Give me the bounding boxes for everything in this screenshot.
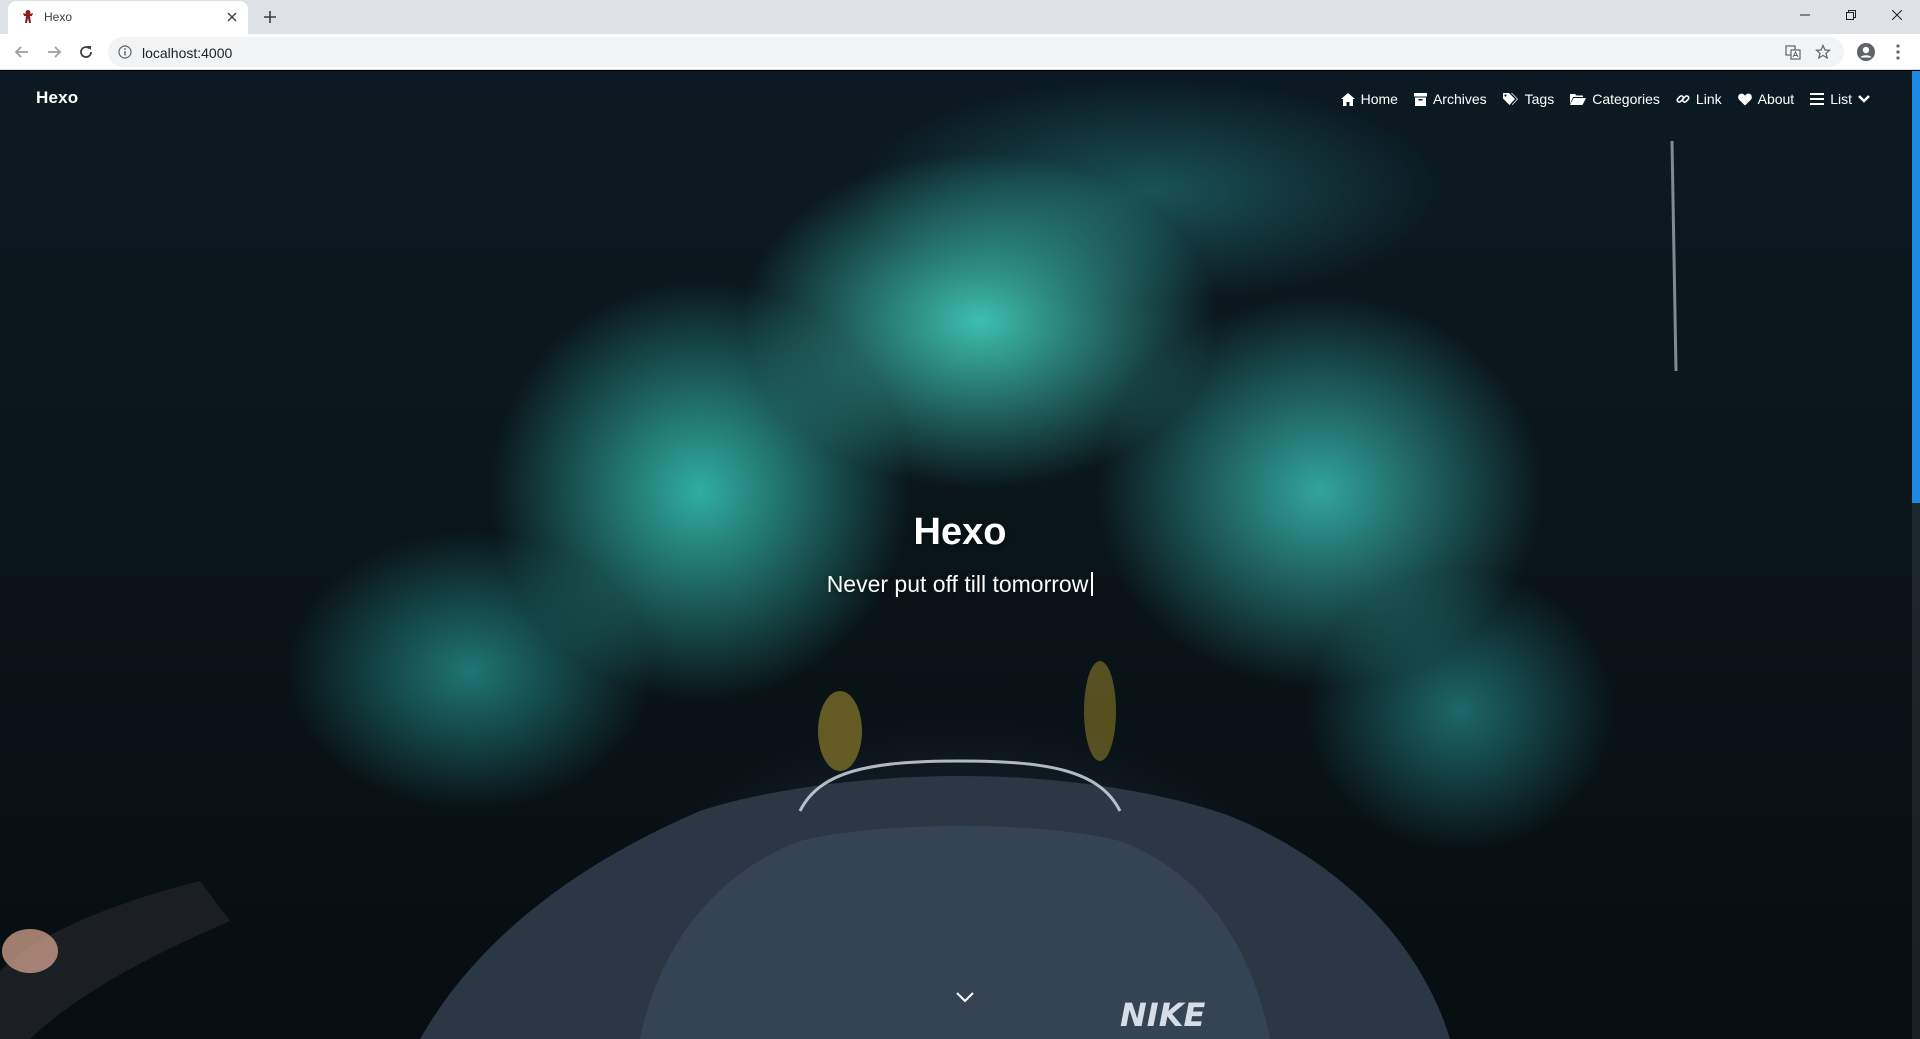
browser-menu-icon[interactable]	[1887, 41, 1909, 63]
hero-figure-image: NIKE	[0, 140, 1678, 1039]
list-icon	[1810, 93, 1825, 105]
reload-icon[interactable]	[74, 41, 98, 63]
site-menu: Home Archives Tags Categories Link About	[1340, 91, 1870, 107]
archive-icon	[1413, 92, 1427, 106]
profile-avatar-icon[interactable]	[1855, 41, 1877, 63]
browser-tabstrip: Hexo	[0, 0, 1920, 34]
typing-cursor	[1091, 572, 1094, 596]
heart-icon	[1737, 93, 1752, 105]
menu-item-home[interactable]: Home	[1340, 91, 1398, 107]
browser-toolbar: localhost:4000	[0, 34, 1920, 70]
menu-item-label: Archives	[1432, 91, 1487, 107]
home-icon	[1340, 92, 1355, 106]
menu-item-archives[interactable]: Archives	[1413, 91, 1487, 107]
site-brand[interactable]: Hexo	[36, 88, 78, 108]
tab-title: Hexo	[44, 10, 73, 24]
new-tab-icon[interactable]	[258, 6, 282, 28]
svg-text:NIKE: NIKE	[1120, 996, 1205, 1034]
close-window-icon[interactable]	[1874, 0, 1920, 30]
page-scrollbar[interactable]	[1912, 71, 1920, 1039]
folder-open-icon	[1570, 94, 1587, 105]
menu-item-label: Link	[1695, 91, 1722, 107]
menu-item-categories[interactable]: Categories	[1570, 91, 1660, 107]
back-icon[interactable]	[10, 41, 34, 63]
tags-icon	[1502, 92, 1518, 105]
menu-item-link[interactable]: Link	[1676, 91, 1722, 107]
menu-item-label: Tags	[1524, 91, 1555, 107]
site-info-icon[interactable]	[118, 45, 132, 59]
page-viewport: NIKE Hexo Home Archives Tags Categories	[0, 71, 1920, 1039]
minimize-icon[interactable]	[1782, 0, 1828, 30]
link-icon	[1676, 95, 1690, 103]
bookmark-star-icon[interactable]	[1814, 43, 1832, 61]
menu-item-label: About	[1757, 91, 1795, 107]
menu-item-about[interactable]: About	[1737, 91, 1795, 107]
hero-title: Hexo	[913, 511, 1007, 553]
url-text[interactable]: localhost:4000	[142, 45, 232, 61]
address-bar[interactable]: localhost:4000	[108, 37, 1844, 67]
menu-item-label: Categories	[1592, 91, 1660, 107]
chevron-down-icon	[1858, 95, 1870, 103]
translate-icon[interactable]	[1784, 43, 1802, 61]
hero-subtitle-text: Never put off till tomorrow	[826, 571, 1089, 597]
restore-icon[interactable]	[1828, 0, 1874, 30]
browser-tab[interactable]: Hexo	[8, 1, 248, 34]
menu-item-tags[interactable]: Tags	[1502, 91, 1555, 107]
forward-icon[interactable]	[42, 41, 66, 63]
tab-close-icon[interactable]	[224, 9, 240, 25]
menu-item-label: List	[1830, 91, 1852, 107]
scroll-down-chevron-icon[interactable]	[955, 991, 975, 1005]
hexo-favicon-icon	[23, 10, 33, 23]
hero-subtitle: Never put off till tomorrow	[0, 571, 1920, 598]
scrollbar-thumb[interactable]	[1912, 71, 1920, 503]
menu-item-label: Home	[1360, 91, 1398, 107]
site-navbar: Hexo Home Archives Tags Categories Link	[0, 71, 1920, 131]
menu-item-list[interactable]: List	[1810, 91, 1870, 107]
